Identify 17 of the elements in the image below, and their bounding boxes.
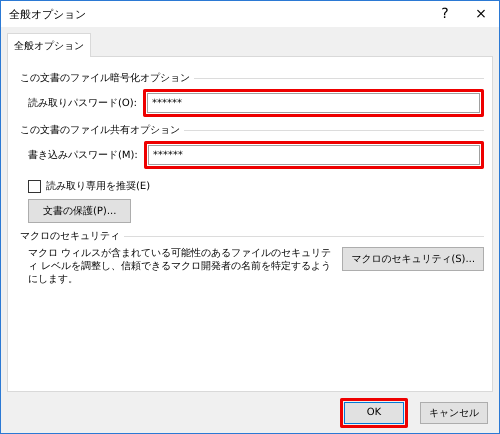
ok-button[interactable]: OK (344, 402, 404, 424)
macro-description: マクロ ウィルスが含まれている可能性のあるファイルのセキュリティ レベルを調整し、信頼できるマクロ開発者の名前を特定するようにします。 (28, 247, 332, 286)
field-label: 書き込みパスワード(M): (28, 148, 138, 162)
close-button[interactable]: × (463, 1, 499, 27)
protect-document-button[interactable]: 文書の保護(P)... (28, 199, 132, 223)
password-field[interactable]: ****** (147, 93, 480, 113)
group-heading: この文書のファイル共有オプション (20, 124, 180, 137)
macro-security-button[interactable]: マクロのセキュリティ(S)... (342, 247, 484, 271)
group-heading: この文書のファイル暗号化オプション (20, 72, 190, 85)
readonly-checkbox[interactable]: 読み取り専用を推奨(E) (28, 179, 484, 193)
field-label: 読み取りパスワード(O): (28, 96, 138, 110)
tab[interactable]: 全般オプション (7, 33, 91, 57)
group-heading: マクロのセキュリティ (20, 230, 120, 243)
help-button[interactable]: ? (427, 1, 463, 27)
password-field[interactable]: ****** (148, 145, 480, 165)
window-title: 全般オプション (9, 6, 87, 22)
cancel-button[interactable]: キャンセル (420, 402, 488, 424)
